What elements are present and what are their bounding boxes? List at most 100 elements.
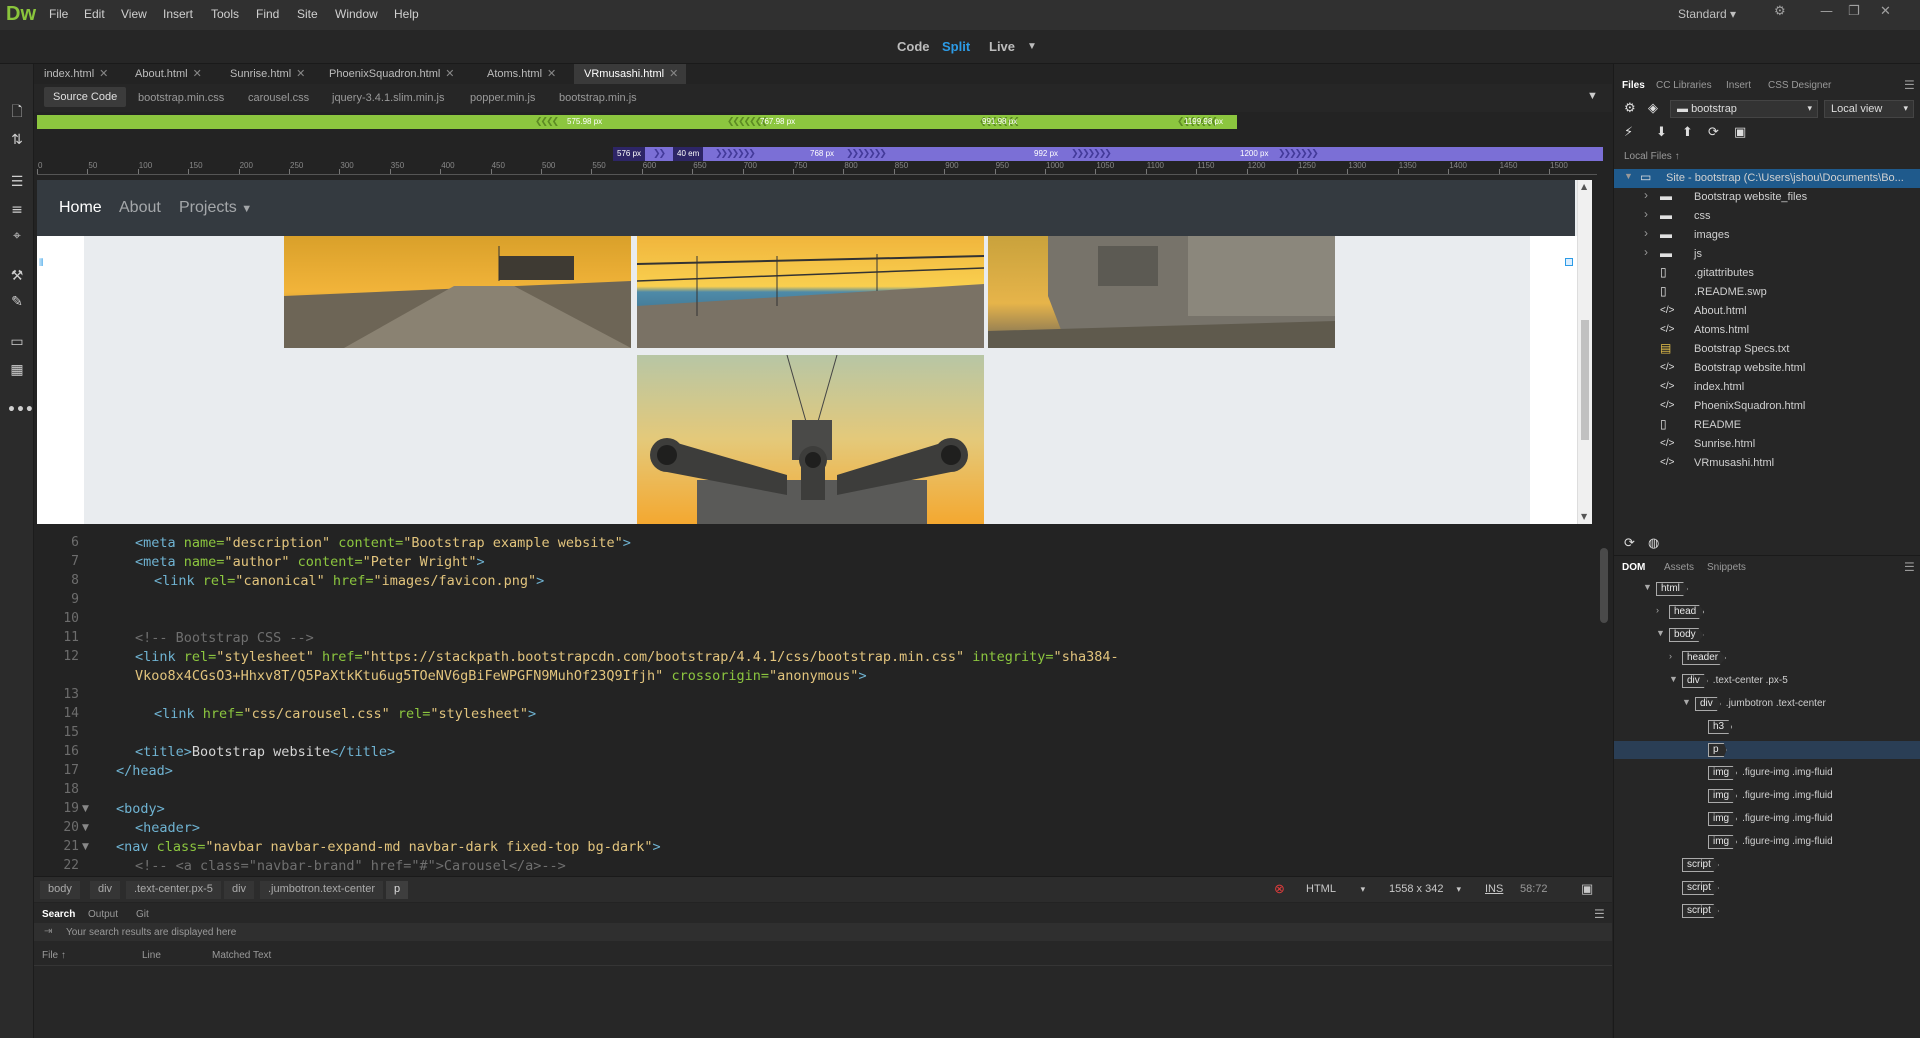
more-icon[interactable]: ••• xyxy=(7,400,34,420)
related-source-code[interactable]: Source Code xyxy=(44,87,127,107)
dom-node[interactable]: script xyxy=(1614,879,1920,897)
close-icon[interactable]: ✕ xyxy=(1880,4,1891,19)
nav-home-link[interactable]: Home xyxy=(59,199,102,217)
collapse-code-icon[interactable]: ≡ xyxy=(7,200,27,220)
mq-label[interactable]: 40 em xyxy=(673,147,704,161)
wrap-tag-icon[interactable]: ⚒ xyxy=(7,266,27,286)
target-icon[interactable]: ⌖ xyxy=(7,226,27,246)
tab-about[interactable]: About.html ✕ xyxy=(125,64,210,84)
chevron-right-icon[interactable]: › xyxy=(1644,188,1648,202)
related-bootstrap-css[interactable]: bootstrap.min.css xyxy=(138,92,224,104)
media-query-bar-max[interactable]: ❮❮❮❮ 575.98 px ❮❮❮❮❮❮❮ 767.98 px ❮❮❮❮❮❮❮… xyxy=(37,115,1237,129)
git-icon[interactable]: ◈ xyxy=(1648,101,1658,116)
export-icon[interactable]: ⇥ xyxy=(44,926,52,937)
split-view-button[interactable]: Split xyxy=(942,39,970,54)
menu-view[interactable]: View xyxy=(121,7,147,21)
chevron-right-icon[interactable]: › xyxy=(1644,226,1648,240)
file-row[interactable]: </> Bootstrap website.html xyxy=(1614,359,1920,378)
tab-vrmusashi[interactable]: VRmusashi.html ✕ xyxy=(574,64,687,84)
mq-label[interactable]: 575.98 px xyxy=(567,115,602,129)
preview-icon[interactable]: ▣ xyxy=(1581,881,1593,897)
dom-node[interactable]: ▼ div .text-center .px-5 xyxy=(1614,672,1920,690)
minimize-icon[interactable]: — xyxy=(1820,4,1833,19)
dom-node[interactable]: ▼ div .jumbotron .text-center xyxy=(1614,695,1920,713)
file-row[interactable]: </> VRmusashi.html xyxy=(1614,454,1920,473)
related-bootstrap-js[interactable]: bootstrap.min.js xyxy=(559,92,637,104)
fold-arrow-icon[interactable]: ▼ xyxy=(82,804,89,814)
close-icon[interactable]: ✕ xyxy=(99,68,108,80)
file-row[interactable]: ▯ README xyxy=(1614,416,1920,435)
filter-icon[interactable]: ▼ xyxy=(1587,90,1598,102)
tab-insert[interactable]: Insert xyxy=(1726,80,1751,91)
file-row[interactable]: </> index.html xyxy=(1614,378,1920,397)
column-matched-text[interactable]: Matched Text xyxy=(212,950,271,961)
local-files-header[interactable]: Local Files ↑ xyxy=(1624,151,1680,162)
fold-arrow-icon[interactable]: ▼ xyxy=(82,842,89,852)
file-management-icon[interactable]: ⇅ xyxy=(7,130,27,150)
mq-label[interactable]: 991.98 px xyxy=(982,115,1017,129)
column-file[interactable]: File ↑ xyxy=(42,950,66,961)
mq-label[interactable]: 1200 px xyxy=(1240,147,1268,161)
tab-snippets[interactable]: Snippets xyxy=(1707,562,1746,573)
format-source-icon[interactable]: ▦ xyxy=(7,360,27,380)
refresh-icon[interactable]: ⟳ xyxy=(1708,125,1719,140)
put-files-icon[interactable]: ⬆ xyxy=(1682,125,1693,140)
mq-label[interactable]: 1199.98 px xyxy=(1184,115,1223,129)
menu-site[interactable]: Site xyxy=(297,7,318,21)
column-line[interactable]: Line xyxy=(142,950,161,961)
chevron-down-icon[interactable]: ▼ xyxy=(1669,674,1678,684)
breadcrumb-body[interactable]: body xyxy=(40,881,80,899)
close-icon[interactable]: ✕ xyxy=(445,68,454,80)
code-scrollbar-thumb[interactable] xyxy=(1600,548,1608,623)
restore-icon[interactable]: ❐ xyxy=(1848,4,1860,19)
scroll-down-icon[interactable]: ▼ xyxy=(1581,512,1587,521)
comment-icon[interactable]: ▭ xyxy=(7,332,27,352)
site-root-row[interactable]: ▼ ▭ Site - bootstrap (C:\Users\jshou\Doc… xyxy=(1614,169,1920,188)
file-row[interactable]: ▯ .gitattributes xyxy=(1614,264,1920,283)
related-popper-js[interactable]: popper.min.js xyxy=(470,92,535,104)
file-row[interactable]: </> Sunrise.html xyxy=(1614,435,1920,454)
nav-projects-link[interactable]: Projects ▼ xyxy=(179,199,252,217)
tab-files[interactable]: Files xyxy=(1622,80,1645,91)
chevron-right-icon[interactable]: › xyxy=(1644,207,1648,221)
file-row[interactable]: ▯ .README.swp xyxy=(1614,283,1920,302)
menu-insert[interactable]: Insert xyxy=(163,7,193,21)
tab-atoms[interactable]: Atoms.html ✕ xyxy=(477,64,564,84)
close-icon[interactable]: ✕ xyxy=(296,68,305,80)
nav-about-link[interactable]: About xyxy=(119,199,161,217)
chevron-right-icon[interactable]: › xyxy=(1644,245,1648,259)
panel-menu-icon[interactable]: ☰ xyxy=(1594,907,1605,921)
dom-node[interactable]: › head xyxy=(1614,603,1920,621)
file-row[interactable]: › ▬ css xyxy=(1614,207,1920,226)
chevron-down-icon[interactable]: ▼ xyxy=(1643,582,1652,592)
scroll-thumb[interactable] xyxy=(1581,320,1589,440)
tab-dom[interactable]: DOM xyxy=(1622,562,1645,573)
insert-mode[interactable]: INS xyxy=(1485,883,1503,895)
tab-css-designer[interactable]: CSS Designer xyxy=(1768,80,1831,91)
live-view-button[interactable]: Live xyxy=(989,39,1015,54)
open-document-icon[interactable]: 🗋 xyxy=(7,102,27,122)
breadcrumb-p[interactable]: p xyxy=(386,881,409,899)
close-icon[interactable]: ✕ xyxy=(669,68,678,80)
expand-icon[interactable]: ▣ xyxy=(1734,125,1746,140)
mq-label[interactable]: 992 px xyxy=(1034,147,1058,161)
view-select[interactable]: Local view ▾ xyxy=(1824,100,1914,118)
related-carousel-css[interactable]: carousel.css xyxy=(248,92,309,104)
related-jquery-js[interactable]: jquery-3.4.1.slim.min.js xyxy=(332,92,444,104)
manage-sites-icon[interactable]: ⚙ xyxy=(1624,101,1636,116)
live-view-scrollbar[interactable]: ▲ ▼ xyxy=(1577,180,1592,524)
menu-tools[interactable]: Tools xyxy=(211,7,239,21)
tab-output[interactable]: Output xyxy=(88,909,118,920)
tab-phoenixsquadron[interactable]: PhoenixSquadron.html ✕ xyxy=(319,64,463,84)
workspace-switcher[interactable]: Standard ▾ xyxy=(1678,7,1736,21)
tab-sunrise[interactable]: Sunrise.html ✕ xyxy=(220,64,313,84)
dom-node[interactable]: script xyxy=(1614,856,1920,874)
chevron-right-icon[interactable]: › xyxy=(1656,605,1659,615)
dom-node[interactable]: › header xyxy=(1614,649,1920,667)
dom-node[interactable]: h3 xyxy=(1614,718,1920,736)
dom-node[interactable]: ▼ body xyxy=(1614,626,1920,644)
scroll-up-icon[interactable]: ▲ xyxy=(1581,182,1587,191)
menu-find[interactable]: Find xyxy=(256,7,279,21)
file-row[interactable]: </> About.html xyxy=(1614,302,1920,321)
get-files-icon[interactable]: ⬇ xyxy=(1656,125,1667,140)
